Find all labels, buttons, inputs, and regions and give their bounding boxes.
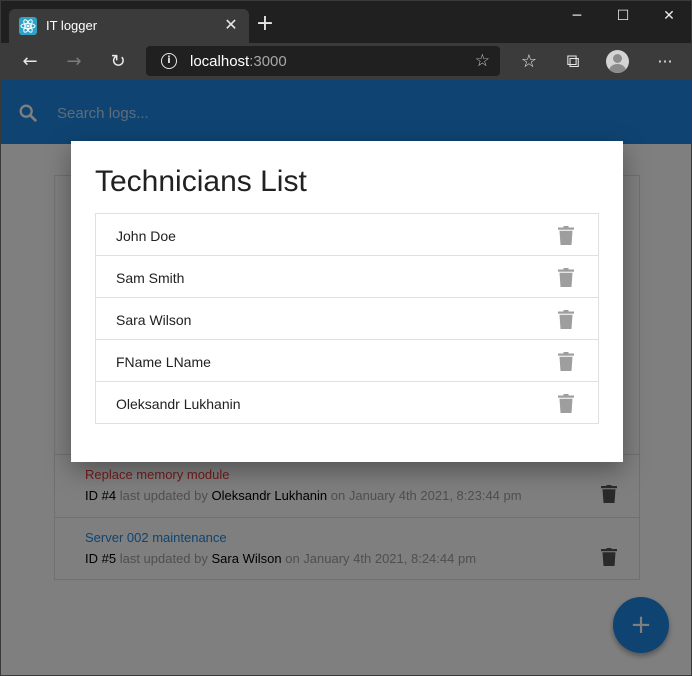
technician-item: Oleksandr Lukhanin [96,382,598,424]
delete-technician-icon[interactable] [558,268,574,287]
forward-icon[interactable]: → [60,48,88,76]
delete-technician-icon[interactable] [558,394,574,413]
technician-item: Sam Smith [96,256,598,298]
url-host: localhost [190,53,250,70]
browser-tab[interactable]: IT logger ✕ [9,9,249,43]
react-icon [19,17,37,35]
technician-item: Sara Wilson [96,298,598,340]
site-info-icon[interactable]: i [161,53,177,69]
profile-avatar[interactable] [606,50,629,73]
url-text: localhost:3000 [190,53,287,70]
technician-name: John Doe [116,228,176,244]
technician-name: Sam Smith [116,270,185,286]
technicians-modal: Technicians List John Doe Sam Smith Sara… [71,141,623,462]
page-content: Replace memory module ID #4 last updated… [1,80,691,675]
delete-technician-icon[interactable] [558,352,574,371]
reload-icon[interactable]: ↻ [104,48,132,76]
title-bar: IT logger ✕ + ─ ☐ ✕ [1,1,691,43]
tab-close-icon[interactable]: ✕ [221,15,241,35]
maximize-button[interactable]: ☐ [600,1,646,33]
technician-item: FName LName [96,340,598,382]
technician-name: Oleksandr Lukhanin [116,396,241,412]
tab-title: IT logger [46,18,98,33]
modal-title: Technicians List [95,165,307,198]
star-icon[interactable]: ☆ [475,51,490,71]
delete-technician-icon[interactable] [558,226,574,245]
technicians-list: John Doe Sam Smith Sara Wilson FName LNa… [95,213,599,424]
new-tab-button[interactable]: + [254,13,276,35]
technician-name: Sara Wilson [116,312,192,328]
collections-icon[interactable]: ⧉ [559,48,587,76]
minimize-button[interactable]: ─ [554,1,600,33]
close-window-button[interactable]: ✕ [646,1,691,33]
favorites-icon[interactable]: ☆ [515,48,543,76]
browser-toolbar: ← → ↻ i localhost:3000 ☆ ☆ ⧉ ··· [1,43,691,80]
address-bar[interactable]: i localhost:3000 ☆ [146,46,500,76]
back-icon[interactable]: ← [16,48,44,76]
browser-window: IT logger ✕ + ─ ☐ ✕ ← → ↻ i localhost:30… [0,0,692,676]
more-icon[interactable]: ··· [651,48,679,76]
technician-name: FName LName [116,354,211,370]
url-port: :3000 [249,53,287,70]
delete-technician-icon[interactable] [558,310,574,329]
technician-item: John Doe [96,214,598,256]
